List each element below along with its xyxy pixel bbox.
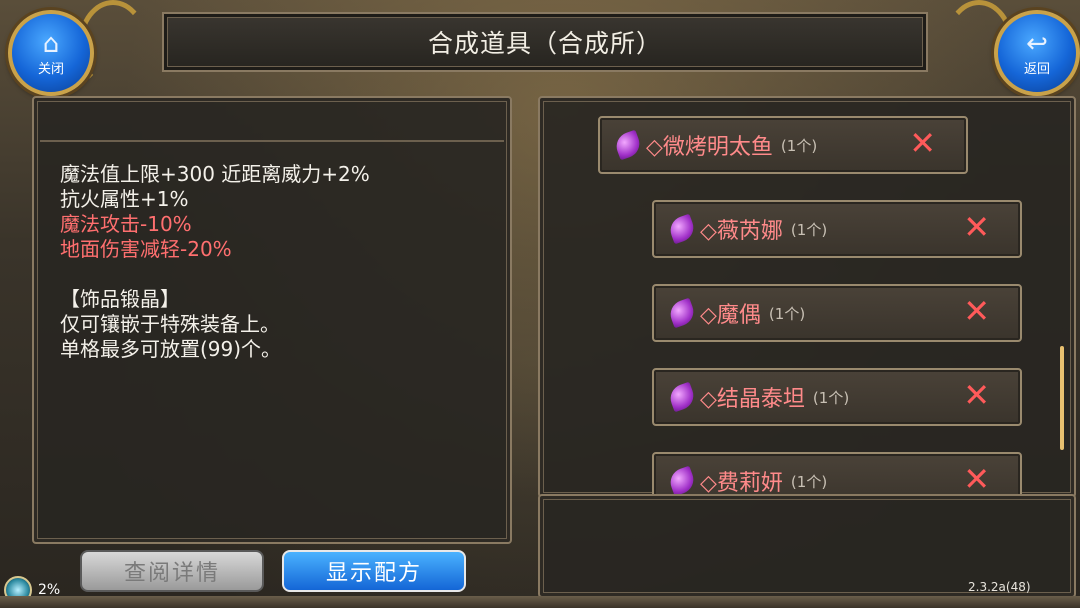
item-description: 魔法值上限+300 近距离威力+2% 抗火属性+1% 魔法攻击-10% 地面伤害… [60,162,500,362]
stat-line: 魔法值上限+300 近距离威力+2% [60,162,370,186]
bottom-frame [0,596,1080,608]
penalty-line: 魔法攻击-10% [60,212,192,236]
gem-icon [666,465,698,496]
back-arrow-icon: ↩ [1026,28,1048,59]
item-name: ◇薇芮娜 [700,219,783,244]
remove-x-icon[interactable]: ✕ [909,126,936,160]
page-title: 合成道具（合成所） [427,29,662,58]
list-item[interactable]: ◇结晶泰坦 (1个) ✕ [652,368,1022,426]
item-count: (1个) [790,472,828,491]
info-line: 【饰品锻晶】 [60,287,180,311]
list-item[interactable]: ◇薇芮娜 (1个) ✕ [652,200,1022,258]
close-button[interactable]: ⌂ 关闭 [8,10,94,96]
gem-icon [666,213,698,245]
item-count: (1个) [768,304,806,323]
item-name: ◇魔偶 [700,303,761,328]
stat-line: 抗火属性+1% [60,187,189,211]
gem-icon [612,129,644,161]
back-label: 返回 [1023,61,1050,77]
item-name: ◇微烤明太鱼 [646,135,773,160]
remove-x-icon[interactable]: ✕ [963,210,990,244]
show-recipe-button[interactable]: 显示配方 [282,550,466,592]
version-label: 2.3.2a(48) [968,580,1031,594]
list-item[interactable]: ◇微烤明太鱼 (1个) ✕ [598,116,968,174]
penalty-line: 地面伤害减轻-20% [60,237,232,261]
gem-icon [666,381,698,413]
material-list-panel: ◇微烤明太鱼 (1个) ✕ ◇薇芮娜 (1个) ✕ ◇魔偶 (1个) ✕ ◇结晶… [538,96,1076,498]
list-item[interactable]: ◇魔偶 (1个) ✕ [652,284,1022,342]
item-name: ◇结晶泰坦 [700,387,805,412]
gem-icon [666,297,698,329]
remove-x-icon[interactable]: ✕ [963,378,990,412]
detail-panel-header [40,104,504,142]
window-title-bar: 合成道具（合成所） [162,12,928,72]
info-line: 单格最多可放置(99)个。 [60,337,282,361]
remove-x-icon[interactable]: ✕ [963,294,990,328]
item-count: (1个) [790,220,828,239]
list-scrollbar[interactable] [1060,346,1064,450]
item-name: ◇费莉妍 [700,471,783,496]
close-label: 关闭 [37,61,64,77]
item-detail-panel: 魔法值上限+300 近距离威力+2% 抗火属性+1% 魔法攻击-10% 地面伤害… [32,96,512,544]
home-icon: ⌂ [42,28,60,59]
view-details-button[interactable]: 查阅详情 [80,550,264,592]
list-item[interactable]: ◇费莉妍 (1个) ✕ [652,452,1022,496]
item-count: (1个) [812,388,850,407]
remove-x-icon[interactable]: ✕ [963,462,990,496]
info-line: 仅可镶嵌于特殊装备上。 [60,312,280,336]
item-count: (1个) [780,136,818,155]
back-button[interactable]: ↩ 返回 [994,10,1080,96]
